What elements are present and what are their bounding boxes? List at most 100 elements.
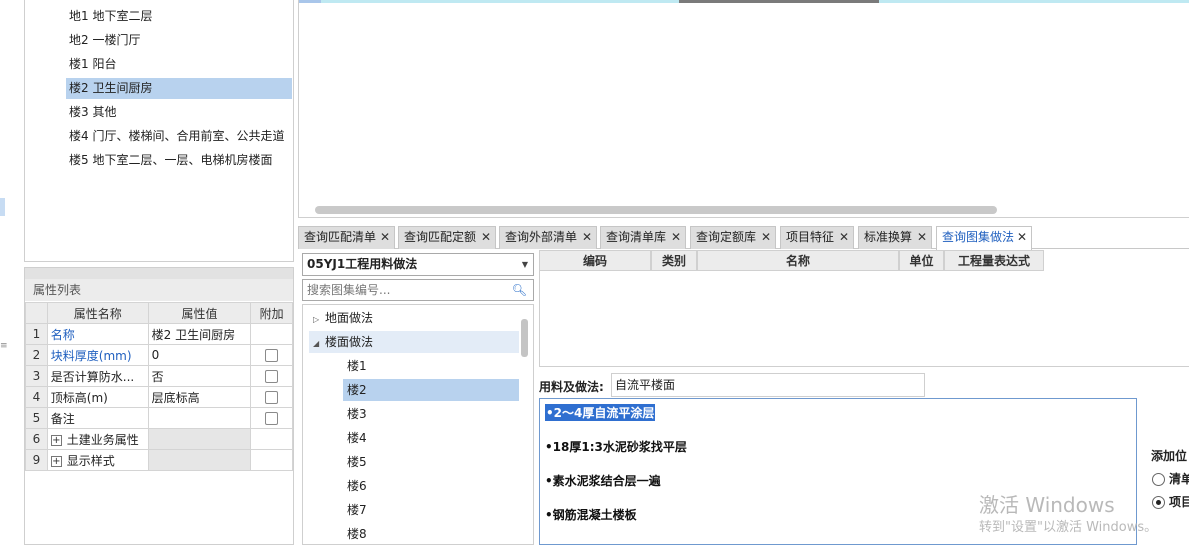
tab-external-list[interactable]: 查询外部清单 ✕ bbox=[499, 226, 597, 249]
tree-group-label: 楼面做法 bbox=[325, 335, 374, 349]
horizontal-scrollbar[interactable] bbox=[315, 206, 997, 214]
row-number: 4 bbox=[25, 386, 48, 408]
property-name: 块料厚度(mm) bbox=[46, 344, 149, 366]
tree-item[interactable]: 地2 一楼门厅 bbox=[66, 30, 292, 51]
tree-leaf[interactable]: 楼4 bbox=[343, 427, 519, 449]
table-row[interactable]: 5 备注 bbox=[25, 407, 293, 429]
property-value[interactable]: 0 bbox=[147, 344, 252, 366]
tree-leaf[interactable]: 楼3 bbox=[343, 403, 519, 425]
tree-leaf[interactable]: 楼5 bbox=[343, 451, 519, 473]
table-row[interactable]: 1 名称 楼2 卫生间厨房 bbox=[25, 323, 293, 345]
material-name-field[interactable]: 自流平楼面 bbox=[611, 373, 925, 397]
tab-label: 查询定额库 bbox=[696, 230, 757, 244]
tree-leaf[interactable]: 楼8 bbox=[343, 523, 519, 545]
column-header: 属性名称 bbox=[46, 302, 149, 324]
radio-option-list[interactable]: 清单 bbox=[1152, 470, 1189, 487]
radio-option-item[interactable]: 项目 bbox=[1152, 493, 1189, 510]
close-icon[interactable]: ✕ bbox=[582, 227, 592, 248]
panel-splitter[interactable] bbox=[25, 268, 293, 279]
close-icon[interactable]: ✕ bbox=[917, 227, 927, 248]
tab-label: 标准换算 bbox=[864, 230, 913, 244]
tree-group-ground[interactable]: ▷ 地面做法 bbox=[309, 307, 519, 329]
property-value bbox=[147, 428, 252, 450]
tab-quota-library[interactable]: 查询定额库 ✕ bbox=[690, 226, 776, 249]
search-icon[interactable]: 🔍︎ bbox=[512, 280, 527, 300]
tree-item[interactable]: 楼3 其他 bbox=[66, 102, 292, 123]
column-header[interactable]: 单位 bbox=[899, 250, 944, 271]
property-name: 名称 bbox=[46, 323, 149, 345]
atlas-search-input[interactable]: 搜索图集编号... 🔍︎ bbox=[302, 279, 534, 301]
tree-leaf[interactable]: 楼7 bbox=[343, 499, 519, 521]
table-row[interactable]: 2 块料厚度(mm) 0 bbox=[25, 344, 293, 366]
tree-leaf[interactable]: 楼1 bbox=[343, 355, 519, 377]
expand-triangle-icon[interactable]: ▷ bbox=[313, 309, 325, 331]
attach-checkbox[interactable] bbox=[265, 370, 279, 383]
atlas-dropdown[interactable]: 05YJ1工程用料做法 ▼ bbox=[302, 253, 534, 276]
property-name: 顶标高(m) bbox=[46, 386, 149, 408]
top-strip-segment bbox=[679, 0, 879, 3]
tree-item[interactable]: 地1 地下室二层 bbox=[66, 6, 292, 27]
table-row[interactable]: 6 + 土建业务属性 bbox=[25, 428, 293, 450]
property-panel: 属性列表 属性名称 属性值 附加 1 名称 楼2 卫生间厨房 2 块料厚度(mm… bbox=[24, 267, 294, 545]
result-table-body bbox=[539, 271, 1189, 367]
column-header[interactable]: 名称 bbox=[697, 250, 899, 271]
search-placeholder: 搜索图集编号... bbox=[307, 283, 391, 297]
column-header[interactable]: 工程量表达式 bbox=[944, 250, 1044, 271]
radio-label: 清单 bbox=[1169, 472, 1189, 486]
close-icon[interactable]: ✕ bbox=[839, 227, 849, 248]
column-header: 附加 bbox=[250, 302, 293, 324]
left-gutter-marker bbox=[0, 198, 5, 216]
property-group[interactable]: + 土建业务属性 bbox=[46, 428, 149, 450]
attach-checkbox[interactable] bbox=[265, 349, 279, 362]
tab-standard-conversion[interactable]: 标准换算 ✕ bbox=[858, 226, 932, 249]
tree-group-floor[interactable]: ◢ 楼面做法 bbox=[309, 331, 519, 353]
property-value[interactable]: 否 bbox=[147, 365, 252, 387]
table-row[interactable]: 4 顶标高(m) 层底标高 bbox=[25, 386, 293, 408]
tab-label: 查询匹配清单 bbox=[304, 230, 377, 244]
table-row[interactable]: 3 是否计算防水... 否 bbox=[25, 365, 293, 387]
column-header[interactable]: 类别 bbox=[651, 250, 697, 271]
attach-checkbox[interactable] bbox=[265, 412, 279, 425]
attach-checkbox[interactable] bbox=[265, 391, 279, 404]
property-value[interactable]: 楼2 卫生间厨房 bbox=[147, 323, 252, 345]
column-header[interactable]: 编码 bbox=[539, 250, 651, 271]
expand-plus-icon[interactable]: + bbox=[50, 434, 62, 446]
tree-item[interactable]: 楼1 阳台 bbox=[66, 54, 292, 75]
add-position-label: 添加位 bbox=[1151, 449, 1188, 463]
top-content-area bbox=[298, 0, 1189, 218]
top-strip-marker bbox=[299, 0, 321, 3]
tab-label: 查询外部清单 bbox=[505, 230, 578, 244]
collapse-triangle-icon[interactable]: ◢ bbox=[313, 333, 325, 355]
atlas-tree: ▷ 地面做法 ◢ 楼面做法 楼1 楼2 楼3 楼4 楼5 楼6 楼7 楼8 bbox=[302, 304, 534, 545]
tab-atlas-methods[interactable]: 查询图集做法 ✕ bbox=[936, 226, 1032, 250]
property-group[interactable]: + 显示样式 bbox=[46, 449, 149, 471]
tab-match-quota[interactable]: 查询匹配定额 ✕ bbox=[398, 226, 496, 249]
close-icon[interactable]: ✕ bbox=[380, 227, 390, 248]
tree-item[interactable]: 楼4 门厅、楼梯间、合用前室、公共走道 bbox=[66, 126, 292, 147]
tab-match-list[interactable]: 查询匹配清单 ✕ bbox=[298, 226, 395, 249]
tab-list-library[interactable]: 查询清单库 ✕ bbox=[600, 226, 686, 249]
property-value[interactable]: 层底标高 bbox=[147, 386, 252, 408]
tab-item-features[interactable]: 项目特征 ✕ bbox=[780, 226, 854, 249]
radio-button-checked[interactable] bbox=[1152, 496, 1165, 509]
vertical-scrollbar[interactable] bbox=[521, 319, 528, 357]
row-number: 1 bbox=[25, 323, 48, 345]
expand-plus-icon[interactable]: + bbox=[50, 455, 62, 467]
table-row[interactable]: 9 + 显示样式 bbox=[25, 449, 293, 471]
close-icon[interactable]: ✕ bbox=[481, 227, 491, 248]
floor-tree-panel: 地1 地下室二层 地2 一楼门厅 楼1 阳台 楼2 卫生间厨房 楼3 其他 楼4… bbox=[24, 0, 294, 262]
row-number-header bbox=[25, 302, 48, 324]
tree-leaf[interactable]: 楼6 bbox=[343, 475, 519, 497]
radio-button[interactable] bbox=[1152, 473, 1165, 486]
tree-item-selected[interactable]: 楼2 卫生间厨房 bbox=[66, 78, 292, 99]
close-icon[interactable]: ✕ bbox=[761, 227, 771, 248]
tree-leaf-selected[interactable]: 楼2 bbox=[343, 379, 519, 401]
query-tab-bar: 查询匹配清单 ✕ 查询匹配定额 ✕ 查询外部清单 ✕ 查询清单库 ✕ 查询定额库 ✕ 项目… bbox=[298, 224, 1189, 250]
close-icon[interactable]: ✕ bbox=[1017, 227, 1027, 248]
tree-item[interactable]: 楼5 地下室二层、一层、电梯机房楼面 bbox=[66, 150, 292, 171]
property-name: 备注 bbox=[46, 407, 149, 429]
close-icon[interactable]: ✕ bbox=[671, 227, 681, 248]
material-line: •18厚1:3水泥砂浆找平层 bbox=[545, 440, 687, 454]
property-value[interactable] bbox=[147, 407, 252, 429]
material-label: 用料及做法: bbox=[539, 380, 604, 394]
